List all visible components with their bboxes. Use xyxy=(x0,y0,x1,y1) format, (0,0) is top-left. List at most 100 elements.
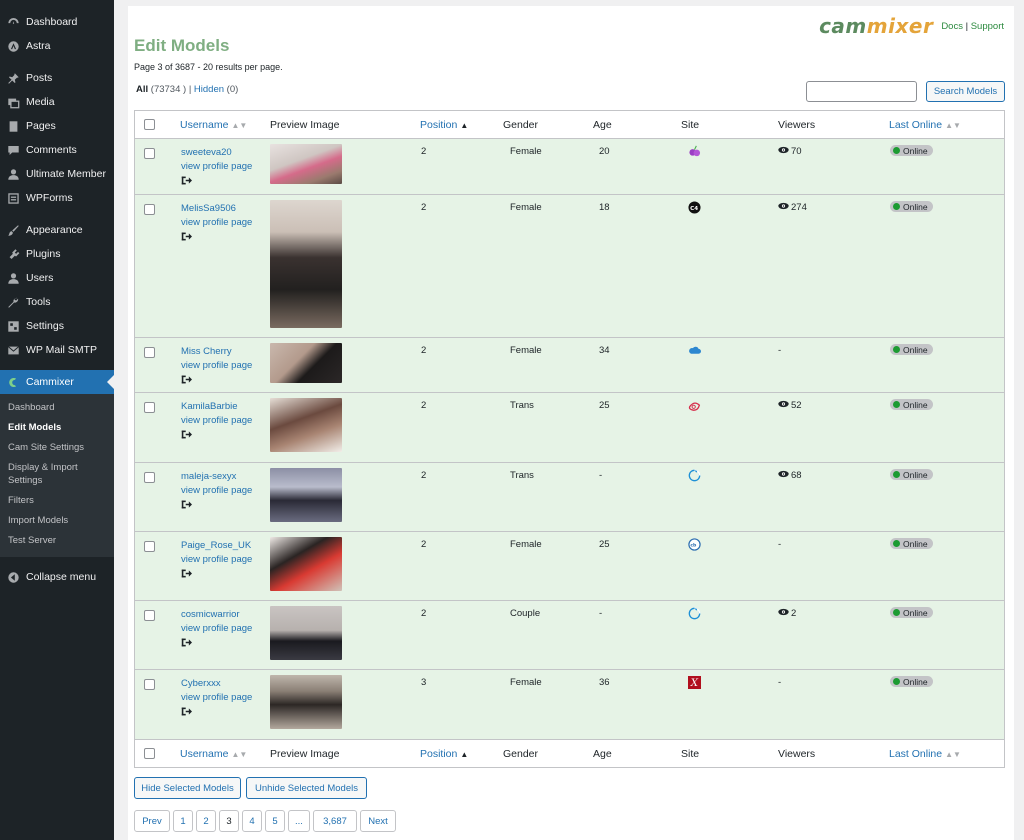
position-value: 2 xyxy=(421,146,427,157)
row-checkbox[interactable] xyxy=(144,541,155,552)
online-dot xyxy=(893,346,900,353)
view-profile-link[interactable]: view profile page xyxy=(181,359,252,373)
last-page-button[interactable]: 3,687 xyxy=(313,810,357,832)
column-position[interactable]: Position ▲ xyxy=(420,119,468,131)
username-link[interactable]: MelisSa9506 xyxy=(181,203,236,214)
sidebar-item-media[interactable]: Media xyxy=(0,90,114,114)
collapse-menu-button[interactable]: Collapse menu xyxy=(0,565,114,589)
username-link[interactable]: KamilaBarbie xyxy=(181,401,238,412)
sidebar-item-users[interactable]: Users xyxy=(0,266,114,290)
hide-selected-button[interactable]: Hide Selected Models xyxy=(134,777,241,799)
username-link[interactable]: Miss Cherry xyxy=(181,346,232,357)
open-external-icon[interactable] xyxy=(181,429,252,445)
sidebar-item-appearance[interactable]: Appearance xyxy=(0,218,114,242)
sidebar-item-wpforms[interactable]: WPForms xyxy=(0,186,114,210)
cloud-icon xyxy=(688,344,701,357)
page-button[interactable]: 5 xyxy=(265,810,285,832)
submenu-test-server[interactable]: Test Server xyxy=(0,531,114,551)
sidebar-item-pages[interactable]: Pages xyxy=(0,114,114,138)
support-link[interactable]: Support xyxy=(971,21,1004,32)
status-badge: Online xyxy=(890,145,933,156)
pagination: Prev 1 2 3 4 5 ... 3,687 Next xyxy=(134,810,399,832)
view-profile-link[interactable]: view profile page xyxy=(181,484,252,498)
submenu-dashboard[interactable]: Dashboard xyxy=(0,398,114,418)
open-external-icon[interactable] xyxy=(181,374,252,390)
preview-image xyxy=(270,200,342,328)
sidebar-item-tools[interactable]: Tools xyxy=(0,290,114,314)
row-checkbox[interactable] xyxy=(144,347,155,358)
view-profile-link[interactable]: view profile page xyxy=(181,622,252,636)
search-input[interactable] xyxy=(806,81,917,102)
page-button[interactable]: 4 xyxy=(242,810,262,832)
preview-image xyxy=(270,675,342,729)
view-profile-link[interactable]: view profile page xyxy=(181,216,252,230)
page-button[interactable]: 1 xyxy=(173,810,193,832)
row-checkbox[interactable] xyxy=(144,402,155,413)
username-link[interactable]: sweeteva20 xyxy=(181,147,232,158)
column-last-online-footer[interactable]: Last Online ▲▼ xyxy=(889,748,961,760)
view-profile-link[interactable]: view profile page xyxy=(181,160,252,174)
view-profile-link[interactable]: view profile page xyxy=(181,691,252,705)
viewers-count: 274 xyxy=(778,202,807,213)
sidebar-item-astra[interactable]: Astra xyxy=(0,34,114,58)
sidebar-item-ultimate-member[interactable]: Ultimate Member xyxy=(0,162,114,186)
column-last-online[interactable]: Last Online ▲▼ xyxy=(889,119,961,131)
filter-all[interactable]: All xyxy=(136,84,148,95)
gender-value: Female xyxy=(510,345,542,356)
prev-page-button[interactable]: Prev xyxy=(134,810,170,832)
sidebar-item-plugins[interactable]: Plugins xyxy=(0,242,114,266)
preview-image xyxy=(270,606,342,660)
open-external-icon[interactable] xyxy=(181,499,252,515)
sidebar-item-label: Tools xyxy=(26,296,51,308)
next-page-button[interactable]: Next xyxy=(360,810,396,832)
open-external-icon[interactable] xyxy=(181,231,252,247)
column-preview: Preview Image xyxy=(270,118,340,131)
row-checkbox[interactable] xyxy=(144,679,155,690)
view-profile-link[interactable]: view profile page xyxy=(181,414,252,428)
column-gender-footer: Gender xyxy=(503,747,539,760)
row-checkbox[interactable] xyxy=(144,148,155,159)
search-models-button[interactable]: Search Models xyxy=(926,81,1005,102)
sidebar-item-settings[interactable]: Settings xyxy=(0,314,114,338)
submenu-filters[interactable]: Filters xyxy=(0,491,114,511)
sidebar-item-label: Pages xyxy=(26,120,56,132)
username-link[interactable]: cosmicwarrior xyxy=(181,609,240,620)
submenu-edit-models[interactable]: Edit Models xyxy=(0,418,114,438)
table-row: cosmicwarrior view profile page 2 Couple… xyxy=(135,601,1004,670)
unhide-selected-button[interactable]: Unhide Selected Models xyxy=(246,777,367,799)
sidebar-item-comments[interactable]: Comments xyxy=(0,138,114,162)
row-checkbox[interactable] xyxy=(144,472,155,483)
username-link[interactable]: Cyberxxx xyxy=(181,678,221,689)
column-position-footer[interactable]: Position ▲ xyxy=(420,748,468,760)
age-value: - xyxy=(599,470,603,481)
username-link[interactable]: Paige_Rose_UK xyxy=(181,540,251,551)
username-link[interactable]: maleja-sexyx xyxy=(181,471,236,482)
open-external-icon[interactable] xyxy=(181,637,252,653)
view-profile-link[interactable]: view profile page xyxy=(181,553,252,567)
sidebar-item-wp-mail-smtp[interactable]: WP Mail SMTP xyxy=(0,338,114,362)
pin-icon xyxy=(6,71,20,85)
column-username[interactable]: Username ▲▼ xyxy=(180,119,247,131)
sidebar-item-cammixer[interactable]: Cammixer xyxy=(0,370,114,394)
current-page-button[interactable]: 3 xyxy=(219,810,239,832)
submenu-cam-site-settings[interactable]: Cam Site Settings xyxy=(0,438,114,458)
sidebar-item-posts[interactable]: Posts xyxy=(0,66,114,90)
open-external-icon[interactable] xyxy=(181,568,252,584)
select-all-checkbox[interactable] xyxy=(144,119,155,130)
column-username-footer[interactable]: Username ▲▼ xyxy=(180,748,247,760)
row-checkbox[interactable] xyxy=(144,204,155,215)
viewers-cell: 2 xyxy=(778,608,796,619)
filter-hidden[interactable]: Hidden xyxy=(194,84,224,95)
docs-link[interactable]: Docs xyxy=(941,21,963,32)
submenu-display-import-settings[interactable]: Display & Import Settings xyxy=(0,458,114,491)
submenu-import-models[interactable]: Import Models xyxy=(0,511,114,531)
row-checkbox[interactable] xyxy=(144,610,155,621)
open-external-icon[interactable] xyxy=(181,175,252,191)
table-row: KamilaBarbie view profile page 2 Trans 2… xyxy=(135,393,1004,463)
open-external-icon[interactable] xyxy=(181,706,252,722)
table-footer: Username ▲▼ Preview Image Position ▲ Gende… xyxy=(135,739,1004,767)
page-button[interactable]: 2 xyxy=(196,810,216,832)
username-cell: KamilaBarbie view profile page xyxy=(181,400,252,445)
select-all-checkbox-footer[interactable] xyxy=(144,748,155,759)
sidebar-item-dashboard[interactable]: Dashboard xyxy=(0,10,114,34)
